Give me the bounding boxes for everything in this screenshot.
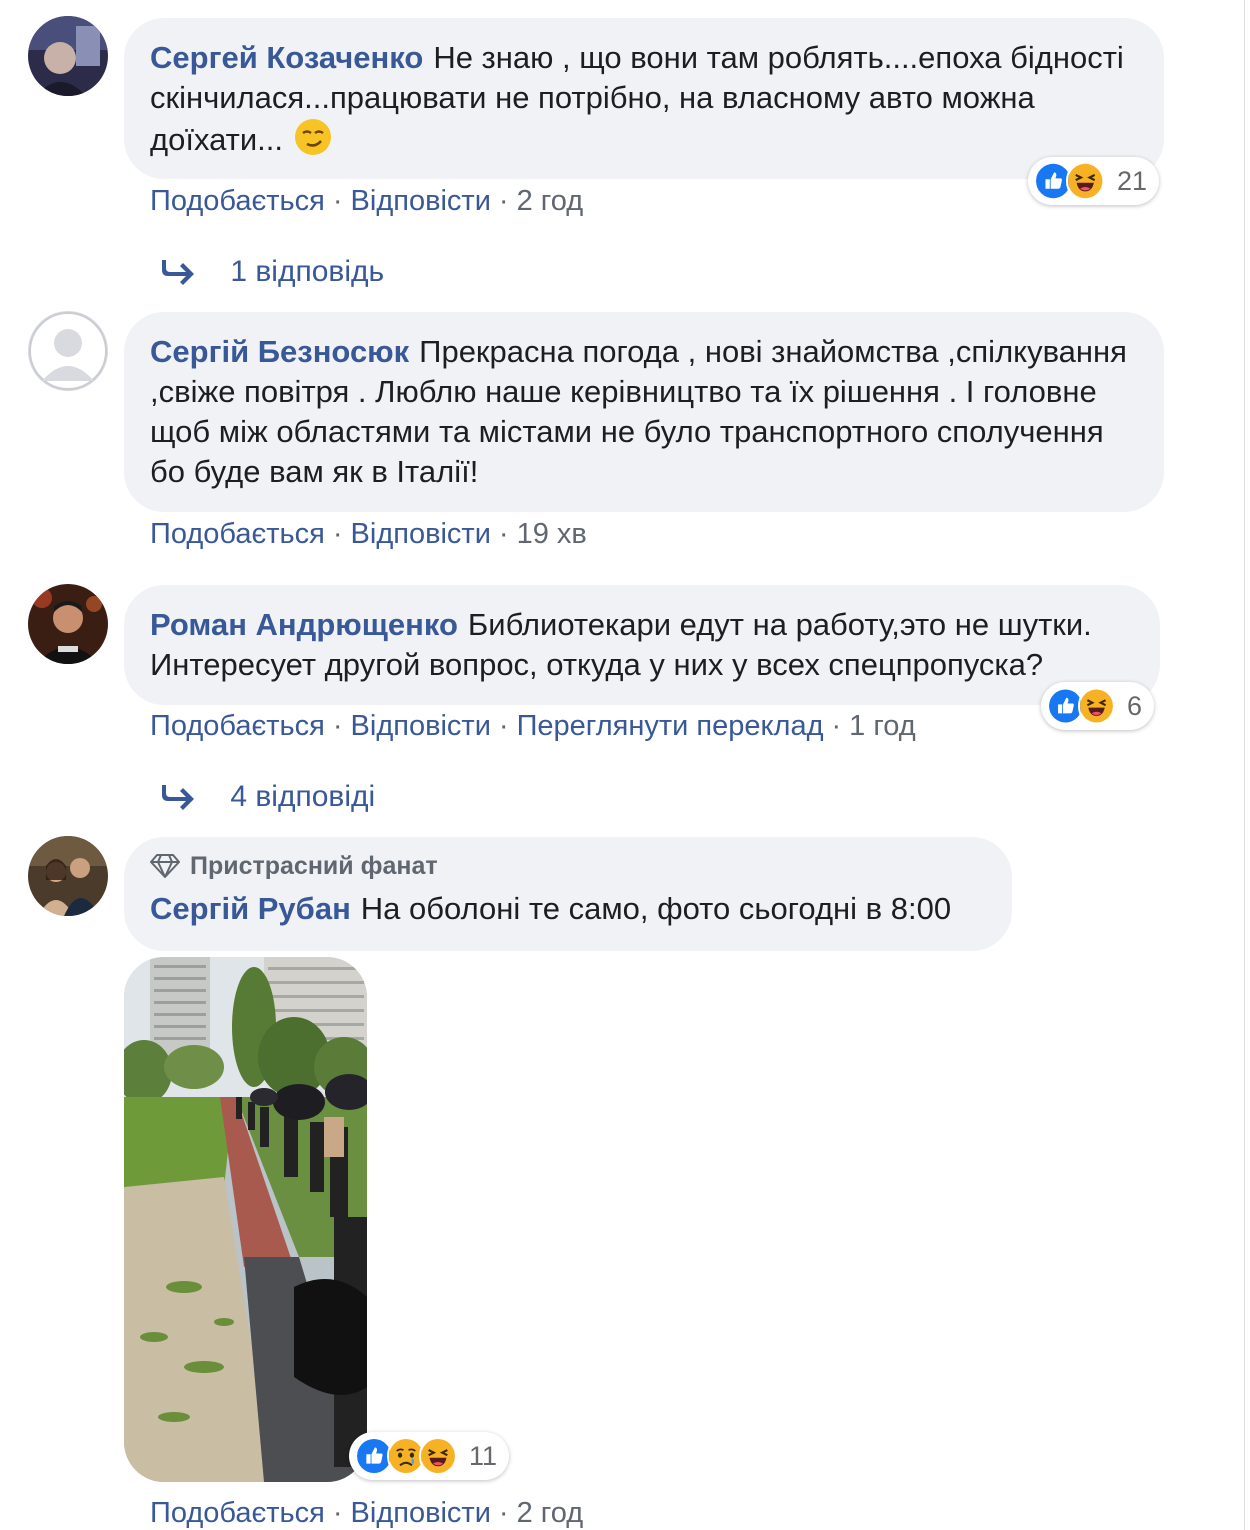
comment-timestamp[interactable]: 19 хв <box>517 518 587 550</box>
badge-label: Пристрасний фанат <box>190 852 438 880</box>
comment-author[interactable]: Сергій Безносюк <box>150 334 409 369</box>
comment-actions: Подобається · Відповісти · 19 хв <box>150 518 587 551</box>
photo-image <box>124 957 367 1482</box>
comment-bubble: Роман Андрющенко Библиотекари едут на раб… <box>124 585 1160 705</box>
avatar[interactable] <box>28 836 108 916</box>
view-replies-link[interactable]: 4 відповіді <box>162 780 375 814</box>
reactions-summary[interactable]: 21 <box>1028 157 1159 205</box>
queue-photo[interactable] <box>124 957 367 1482</box>
comment-timestamp[interactable]: 2 год <box>517 1497 584 1529</box>
see-translation-button[interactable]: Переглянути переклад <box>517 710 824 742</box>
separator-dot: · <box>498 1497 509 1529</box>
comment-author[interactable]: Роман Андрющенко <box>150 607 458 642</box>
replies-count-label[interactable]: 1 відповідь <box>230 255 384 288</box>
reply-arrow-icon <box>162 260 194 286</box>
smirk-emoji <box>294 118 332 166</box>
separator-dot: · <box>332 710 343 742</box>
reply-button[interactable]: Відповісти <box>351 710 491 742</box>
reply-button[interactable]: Відповісти <box>351 518 491 550</box>
like-button[interactable]: Подобається <box>150 1497 325 1529</box>
diamond-icon <box>150 854 180 878</box>
comment-bubble: Сергій Безносюк Прекрасна погода , нові з… <box>124 312 1164 512</box>
separator-dot: · <box>332 518 343 550</box>
comment-actions: Подобається · Відповісти · 2 год <box>150 1497 583 1530</box>
scrollbar-track[interactable] <box>1244 0 1245 1530</box>
reply-button[interactable]: Відповісти <box>351 1497 491 1529</box>
separator-dot: · <box>332 1497 343 1529</box>
separator-dot: · <box>332 185 343 217</box>
reaction-count: 21 <box>1116 165 1147 196</box>
haha-icon <box>418 1434 457 1478</box>
like-button[interactable]: Подобається <box>150 518 325 550</box>
reply-button[interactable]: Відповісти <box>351 185 491 217</box>
comment-actions: Подобається · Відповісти · Переглянути перек… <box>150 710 916 743</box>
comment-timestamp[interactable]: 2 год <box>517 185 584 217</box>
haha-icon <box>1077 684 1115 728</box>
avatar[interactable] <box>28 16 108 96</box>
like-button[interactable]: Подобається <box>150 185 325 217</box>
like-button[interactable]: Подобається <box>150 710 325 742</box>
comment-author[interactable]: Сергій Рубан <box>150 891 351 926</box>
comment-timestamp[interactable]: 1 год <box>849 710 916 742</box>
comment-bubble: Сергей Козаченко Не знаю , що вони там ро… <box>124 18 1164 179</box>
replies-count-label[interactable]: 4 відповіді <box>230 780 375 813</box>
comment-bubble: Пристрасний фанат Сергій Рубан На оболоні… <box>124 837 1012 951</box>
separator-dot: · <box>498 710 509 742</box>
reactions-summary[interactable]: 11 <box>349 1432 509 1480</box>
comment-author[interactable]: Сергей Козаченко <box>150 40 423 75</box>
avatar[interactable] <box>28 584 108 664</box>
reactions-summary[interactable]: 6 <box>1041 682 1154 730</box>
separator-dot: · <box>498 185 509 217</box>
fan-badge[interactable]: Пристрасний фанат <box>150 851 986 881</box>
comment-actions: Подобається · Відповісти · 2 год <box>150 185 583 218</box>
haha-icon <box>1066 159 1105 203</box>
avatar[interactable] <box>28 311 108 391</box>
comment-text: На оболоні те само, фото сьогодні в 8:00 <box>360 891 952 926</box>
reply-arrow-icon <box>162 785 194 811</box>
separator-dot: · <box>831 710 842 742</box>
reaction-count: 6 <box>1126 690 1142 721</box>
view-replies-link[interactable]: 1 відповідь <box>162 255 384 289</box>
separator-dot: · <box>498 518 509 550</box>
reaction-count: 11 <box>468 1440 497 1471</box>
